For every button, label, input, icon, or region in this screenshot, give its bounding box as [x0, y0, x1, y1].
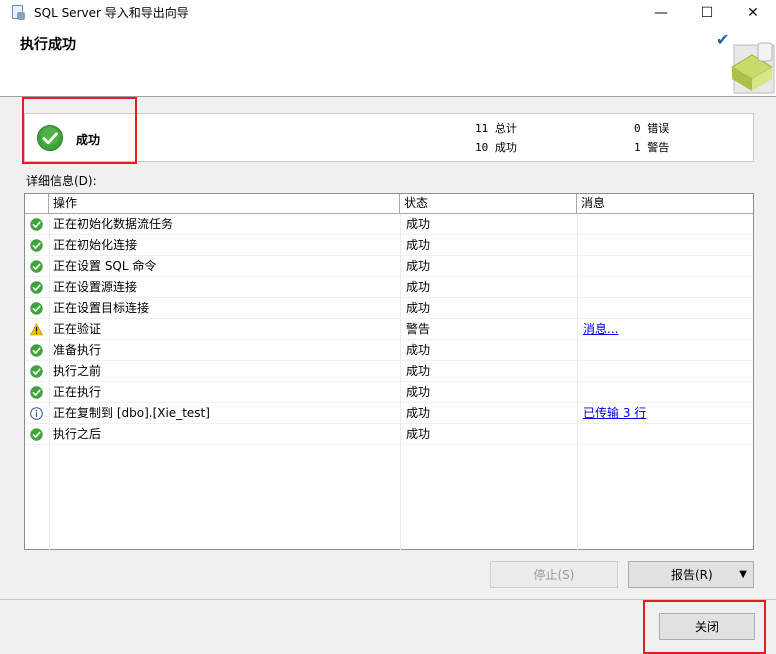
column-header-message[interactable]: 消息: [577, 194, 753, 214]
row-action: 执行之前: [53, 364, 102, 378]
report-button[interactable]: 报告(R) ▼: [628, 561, 754, 588]
row-action: 准备执行: [53, 343, 102, 357]
table-row[interactable]: 正在设置源连接 成功: [25, 277, 753, 298]
table-row[interactable]: 正在复制到 [dbo].[Xie_test] 成功 已传输 3 行: [25, 403, 753, 424]
table-row[interactable]: 执行之前 成功: [25, 361, 753, 382]
table-row[interactable]: 正在设置目标连接 成功: [25, 298, 753, 319]
column-header-action[interactable]: 操作: [49, 194, 400, 214]
row-action: 正在设置源连接: [53, 280, 138, 294]
row-status: 成功: [406, 238, 431, 252]
window-title: SQL Server 导入和导出向导: [34, 6, 189, 20]
row-action: 正在初始化连接: [53, 238, 138, 252]
row-action: 正在设置目标连接: [53, 301, 150, 315]
success-icon: [30, 281, 43, 294]
page-title: 执行成功: [20, 37, 76, 53]
table-row[interactable]: 正在初始化连接 成功: [25, 235, 753, 256]
info-icon: [30, 407, 43, 420]
table-row[interactable]: 正在初始化数据流任务 成功: [25, 214, 753, 235]
grid-header: 操作 状态 消息: [25, 194, 753, 214]
row-status: 成功: [406, 364, 431, 378]
icon-column-header: [25, 194, 49, 214]
row-status: 成功: [406, 280, 431, 294]
row-status: 成功: [406, 217, 431, 231]
highlight-frame-status: [22, 97, 137, 164]
row-action: 正在验证: [53, 322, 102, 336]
success-icon: [30, 239, 43, 252]
minimize-button[interactable]: —: [638, 0, 684, 25]
row-message-link[interactable]: 已传输 3 行: [583, 403, 748, 424]
success-icon: [30, 218, 43, 231]
row-action: 正在设置 SQL 命令: [53, 259, 157, 273]
row-status: 成功: [406, 385, 431, 399]
success-icon: [30, 428, 43, 441]
table-row[interactable]: 正在验证 警告 消息...: [25, 319, 753, 340]
success-icon: [30, 344, 43, 357]
table-row[interactable]: 正在执行 成功: [25, 382, 753, 403]
row-action: 执行之后: [53, 427, 102, 441]
row-status: 成功: [406, 406, 431, 420]
row-action: 正在复制到 [dbo].[Xie_test]: [53, 406, 210, 420]
row-status: 警告: [406, 322, 431, 336]
report-button-label: 报告(R): [671, 568, 713, 582]
row-action: 正在初始化数据流任务: [53, 217, 174, 231]
success-icon: [30, 260, 43, 273]
total-count: 11 总计: [475, 122, 517, 135]
warning-icon: [29, 323, 44, 336]
app-icon: [10, 4, 26, 21]
warning-count: 1 警告: [634, 141, 670, 154]
column-header-status[interactable]: 状态: [400, 194, 577, 214]
row-status: 成功: [406, 259, 431, 273]
details-grid[interactable]: 操作 状态 消息 正在初始化数据流任务 成功 正在初始化连接 成功 正在设置 SQL 命…: [24, 193, 754, 550]
stop-button[interactable]: 停止(S): [490, 561, 618, 588]
row-status: 成功: [406, 301, 431, 315]
dropdown-arrow-icon[interactable]: ▼: [739, 569, 747, 580]
details-label: 详细信息(D):: [26, 174, 97, 188]
row-action: 正在执行: [53, 385, 102, 399]
highlight-frame-close: [643, 600, 766, 654]
wizard-header: 执行成功 ✔: [0, 25, 776, 97]
error-count: 0 错误: [634, 122, 670, 135]
maximize-button[interactable]: ☐: [684, 0, 730, 25]
success-icon: [30, 386, 43, 399]
success-icon: [30, 365, 43, 378]
wizard-graphic-icon: [731, 42, 775, 94]
row-status: 成功: [406, 427, 431, 441]
close-window-button[interactable]: ✕: [730, 0, 776, 25]
table-row[interactable]: 准备执行 成功: [25, 340, 753, 361]
success-icon: [30, 302, 43, 315]
row-message-link[interactable]: 消息...: [583, 319, 748, 340]
table-row[interactable]: 正在设置 SQL 命令 成功: [25, 256, 753, 277]
title-bar: SQL Server 导入和导出向导 — ☐ ✕: [0, 0, 776, 25]
table-row[interactable]: 执行之后 成功: [25, 424, 753, 445]
row-status: 成功: [406, 343, 431, 357]
success-count: 10 成功: [475, 141, 517, 154]
